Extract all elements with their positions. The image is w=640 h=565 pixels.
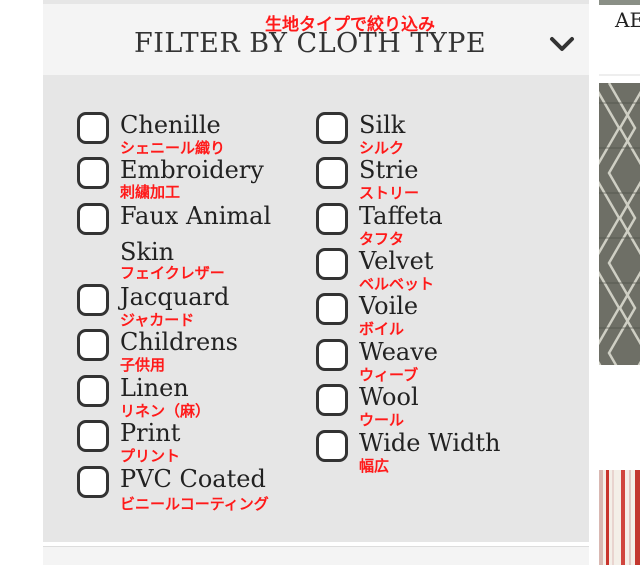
option-label: Embroidery xyxy=(120,156,264,184)
page-margin xyxy=(0,0,43,565)
product-fabric-image[interactable] xyxy=(599,83,640,365)
option-label: Faux Animal Skin xyxy=(120,202,272,266)
option-label: Silk xyxy=(359,111,406,139)
divider xyxy=(599,74,640,76)
checkbox[interactable] xyxy=(316,248,348,280)
option-label-jp: タフタ xyxy=(359,230,405,248)
filter-header[interactable]: 生地タイプで絞り込み FILTER BY CLOTH TYPE xyxy=(43,0,589,75)
checkbox[interactable] xyxy=(316,293,348,325)
option-label: Linen xyxy=(120,374,189,402)
checkbox[interactable] xyxy=(316,339,348,371)
option-label-jp: ウィーブ xyxy=(359,366,419,384)
column-gutter xyxy=(589,0,599,565)
option-label-jp: ベルベット xyxy=(359,275,435,293)
checkbox[interactable] xyxy=(77,157,109,189)
product-stripe-fabric-image[interactable] xyxy=(599,470,640,565)
option-label-jp: ボイル xyxy=(359,320,405,338)
next-filter-section[interactable] xyxy=(43,546,589,565)
option-label: Voile xyxy=(359,292,419,320)
option-label-jp: ウール xyxy=(359,411,405,429)
option-label: Childrens xyxy=(120,328,238,356)
checkbox[interactable] xyxy=(77,329,109,361)
option-label: PVC Coated xyxy=(120,465,266,493)
product-thumbnail-top[interactable] xyxy=(599,0,640,5)
checkbox[interactable] xyxy=(77,112,109,144)
product-name[interactable]: AE xyxy=(615,8,640,32)
checkbox[interactable] xyxy=(316,112,348,144)
option-label: Print xyxy=(120,419,181,447)
option-label: Wool xyxy=(359,383,419,411)
option-label-jp: シェニール織り xyxy=(120,139,226,157)
option-label-jp: プリント xyxy=(120,447,181,465)
option-label-jp: フェイクレザー xyxy=(120,264,225,282)
option-label-jp: 子供用 xyxy=(120,356,166,374)
option-label: Weave xyxy=(359,338,438,366)
option-label: Strie xyxy=(359,156,419,184)
checkbox[interactable] xyxy=(316,430,348,462)
filter-title: FILTER BY CLOTH TYPE xyxy=(134,28,487,59)
chevron-down-icon[interactable] xyxy=(549,34,575,54)
checkbox[interactable] xyxy=(77,420,109,452)
checkbox[interactable] xyxy=(77,466,109,498)
checkbox[interactable] xyxy=(77,375,109,407)
checkbox[interactable] xyxy=(77,284,109,316)
checkbox[interactable] xyxy=(77,203,109,235)
option-label: Velvet xyxy=(359,247,434,275)
option-label-jp: ジャカード xyxy=(120,311,195,329)
checkbox[interactable] xyxy=(316,384,348,416)
option-label-jp: ストリー xyxy=(359,184,420,202)
option-label-jp: リネン（麻） xyxy=(120,402,211,420)
cloth-type-filter-panel: Chenille シェニール織り Embroidery 刺繍加工 Faux An… xyxy=(43,75,589,542)
option-label-jp: シルク xyxy=(359,139,405,157)
option-label: Chenille xyxy=(120,111,221,139)
option-label: Taffeta xyxy=(359,202,443,230)
product-grid-edge: AE xyxy=(599,0,640,565)
checkbox[interactable] xyxy=(316,157,348,189)
option-label-jp: 幅広 xyxy=(359,457,390,475)
option-label-jp: ビニールコーティング xyxy=(120,495,269,513)
option-label: Jacquard xyxy=(120,283,230,311)
option-label: Wide Width xyxy=(359,429,501,457)
checkbox[interactable] xyxy=(316,203,348,235)
